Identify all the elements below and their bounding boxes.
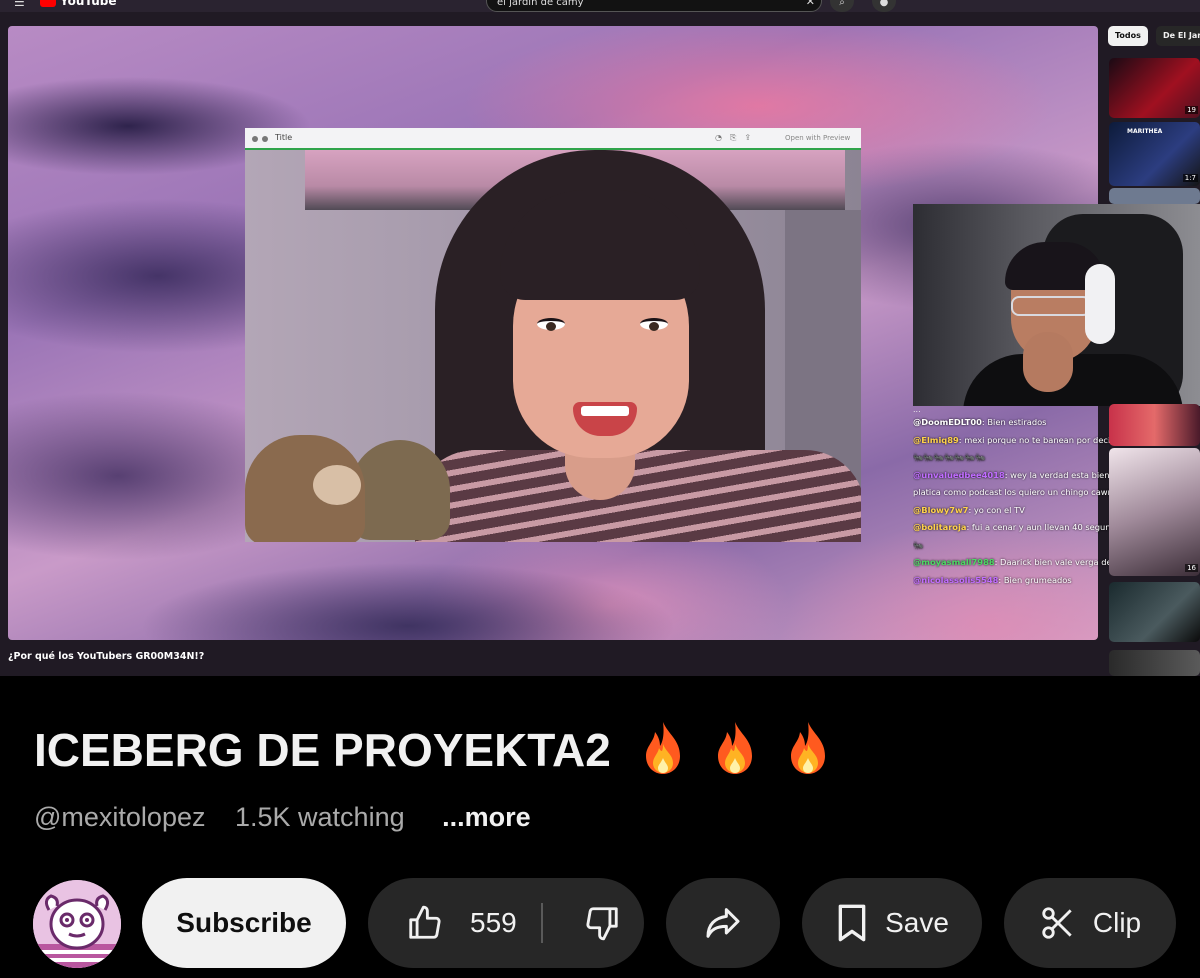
chat-message: @Blowy7w7: yo con el TV [913, 502, 1113, 520]
recommended-thumbnail[interactable]: 19 [1109, 58, 1200, 118]
streamer-glasses [1011, 296, 1091, 316]
chat-username[interactable]: @DoomEDLT00 [913, 417, 982, 427]
share-icon [703, 903, 743, 943]
person-shirt [415, 450, 861, 542]
embedded-search-text: el jardín de camy [497, 0, 584, 8]
chat-message-text: 🐜🐜🐜🐜🐜🐜🐜 [913, 452, 986, 462]
hamburger-menu-icon[interactable]: ☰ [14, 0, 25, 9]
channel-avatar[interactable] [33, 880, 121, 968]
chat-message: @nicolassolis5548: Bien grumeados [913, 572, 1113, 590]
youtube-logo-icon [40, 0, 56, 7]
chat-message-text: : Bien grumeados [998, 574, 1072, 585]
live-viewer-count: 1.5K watching [235, 802, 405, 832]
thumbnail-label: MARITHEA [1127, 128, 1163, 135]
save-button[interactable]: Save [802, 878, 982, 968]
chat-message-text: : fui a cenar y aun llevan 40 segundos 🐜… [966, 522, 1113, 532]
recommended-thumbnail[interactable] [1109, 650, 1200, 676]
chat-message-text: platica como podcast los quiero un ching… [913, 487, 1113, 497]
live-chat-overlay: ... @DoomEDLT00: Bien estirados @Elmiq89:… [913, 406, 1113, 596]
action-bar: Subscribe 559 Save Clip [0, 876, 1200, 970]
window-minimize-icon[interactable] [262, 136, 268, 142]
chat-message: @bolitaroja: fui a cenar y aun llevan 40… [913, 519, 1113, 537]
channel-handle[interactable]: @mexitolopez [34, 802, 205, 832]
chat-username[interactable]: @bolitaroja [913, 522, 966, 532]
thumbnail-duration: 16 [1185, 564, 1198, 572]
dislike-button[interactable] [583, 904, 621, 942]
scissors-icon [1039, 904, 1077, 942]
clip-button[interactable]: Clip [1004, 878, 1176, 968]
thumbnail-duration: 19 [1185, 106, 1198, 114]
recommended-thumbnail[interactable] [1109, 404, 1200, 446]
person-eye-right [640, 318, 668, 331]
chat-message: @moyasmall7988: Daarick bien vale verga … [913, 554, 1113, 572]
video-player[interactable]: ☰ YouTube el jardín de camy ✕ ⌕ ● Title … [0, 0, 1200, 676]
thumbs-down-icon [583, 904, 621, 942]
recommended-thumbnail[interactable]: MARITHEA 1:7 [1109, 122, 1200, 186]
video-meta-row: @mexitolopez 1.5K watching ...more [34, 802, 531, 833]
chat-message: @Elmiq89: mexi porque no te banean por d… [913, 432, 1113, 450]
bookmark-icon [835, 903, 869, 943]
chat-message: 🐜 [913, 537, 1113, 555]
like-dislike-group: 559 [368, 878, 644, 968]
fire-icon [787, 720, 829, 776]
like-divider [540, 903, 543, 943]
chat-message-text: : wey la verdad esta bien entretenida la [1004, 469, 1113, 480]
chat-username[interactable]: @unvaluedbee4018 [913, 470, 1005, 480]
embedded-search-icon[interactable]: ⌕ [830, 0, 854, 12]
clear-search-icon[interactable]: ✕ [806, 0, 815, 8]
chat-username[interactable]: @moyasmall7988 [913, 557, 995, 567]
window-toolbar-icons[interactable]: ◔⎘⇪ [715, 133, 759, 143]
chat-message-text: : Daarick bien vale verga de su funa [994, 557, 1113, 567]
subscribe-label: Subscribe [176, 907, 312, 938]
thumbs-up-icon [406, 904, 444, 942]
embedded-video-title: ¿Por qué los YouTubers GR00M34N!? [8, 651, 205, 662]
chat-username[interactable]: @Elmiq89 [913, 435, 959, 445]
webcam-window-title: Title [275, 133, 293, 142]
chat-message: 🐜🐜🐜🐜🐜🐜🐜 [913, 449, 1113, 467]
recommended-thumbnail[interactable] [1109, 582, 1200, 642]
video-title: ICEBERG DE PROYEKTA2 [34, 720, 829, 777]
person-eye-left [537, 318, 565, 331]
video-title-text: ICEBERG DE PROYEKTA2 [34, 724, 611, 776]
more-description-link[interactable]: ...more [442, 802, 531, 832]
embedded-recommendations: Todos De El Jard 19 MARITHEA 1:7 16 [1106, 26, 1200, 676]
chat-message: @unvaluedbee4018: wey la verdad esta bie… [913, 467, 1113, 485]
recommended-thumbnail[interactable] [1109, 188, 1200, 204]
chat-message: platica como podcast los quiero un ching… [913, 484, 1113, 502]
save-label: Save [885, 907, 949, 938]
streamer-hand [1023, 332, 1073, 392]
chat-message-text: : yo con el TV [968, 504, 1025, 515]
chat-message-text: : mexi porque no te banean por decirle a… [958, 434, 1113, 445]
teddy-bear [350, 440, 450, 540]
webcam-scene [245, 150, 861, 542]
thumbnail-duration: 1:7 [1182, 174, 1198, 182]
chat-username[interactable]: @Blowy7w7 [913, 505, 968, 515]
subscribe-button[interactable]: Subscribe [142, 878, 346, 968]
webcam-window: Title ◔⎘⇪ Open with Preview [245, 128, 861, 542]
chat-line-partial: ... [913, 406, 921, 414]
like-count: 559 [470, 907, 517, 938]
recommended-thumbnail[interactable]: 16 [1109, 448, 1200, 576]
window-close-icon[interactable] [252, 136, 258, 142]
share-button[interactable] [666, 878, 780, 968]
fire-icon [642, 720, 684, 776]
chat-message-text: : Bien estirados [981, 417, 1047, 427]
teddy-bear [245, 435, 365, 542]
filter-chip-channel[interactable]: De El Jard [1156, 26, 1200, 46]
embedded-mic-icon[interactable]: ● [872, 0, 896, 12]
chat-username[interactable]: @nicolassolis5548 [913, 575, 998, 585]
open-with-preview-button[interactable]: Open with Preview [785, 134, 850, 142]
clip-label: Clip [1092, 907, 1142, 938]
webcam-window-titlebar: Title ◔⎘⇪ Open with Preview [245, 128, 861, 150]
embedded-search-box[interactable]: el jardín de camy ✕ [486, 0, 822, 12]
chat-message-text: 🐜 [913, 539, 924, 550]
embedded-youtube-topbar: ☰ YouTube el jardín de camy ✕ ⌕ ● [0, 0, 1200, 12]
chat-message: @DoomEDLT00: Bien estirados [913, 414, 1113, 432]
fire-icon [714, 720, 756, 776]
youtube-wordmark: YouTube [60, 0, 117, 8]
filter-chip-all[interactable]: Todos [1108, 26, 1148, 46]
like-button[interactable]: 559 [406, 904, 517, 942]
